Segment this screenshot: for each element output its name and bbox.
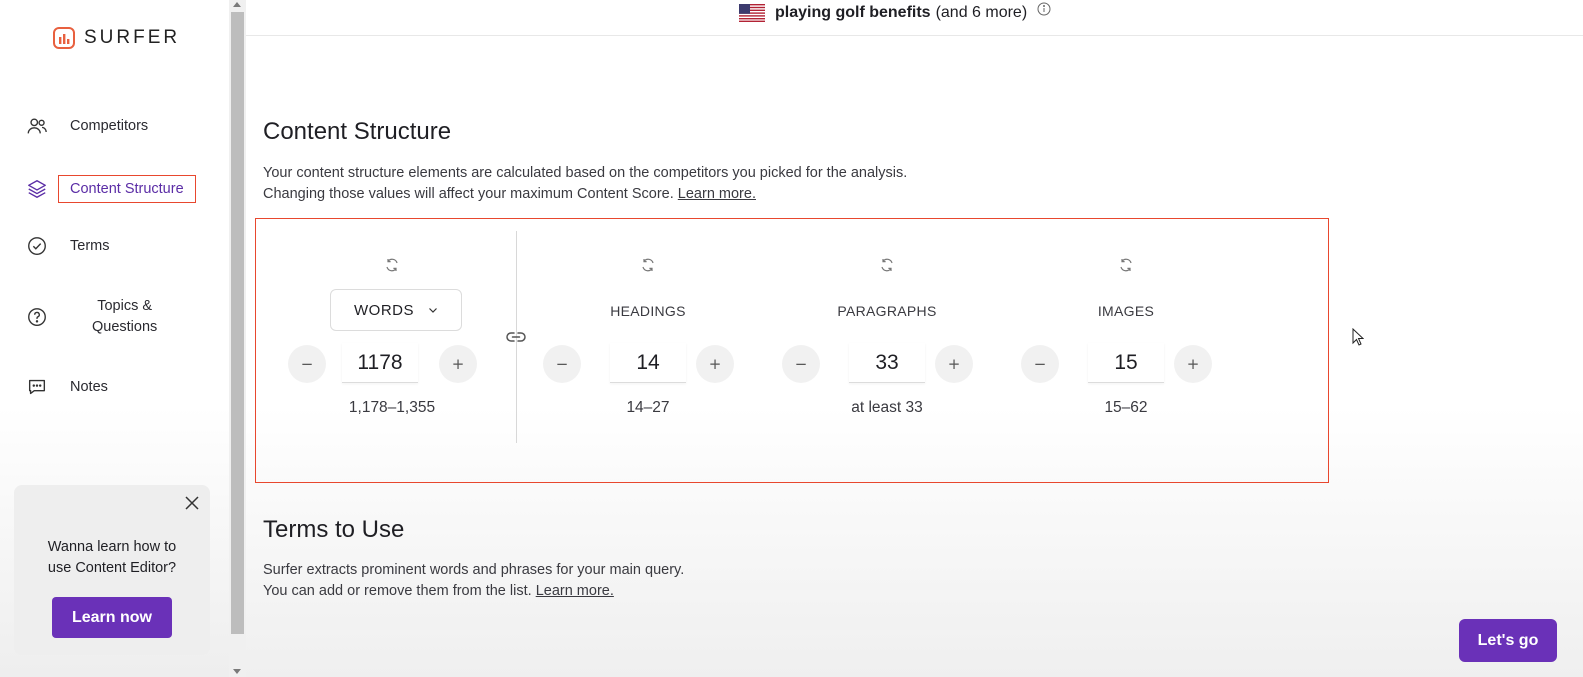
query-title: playing golf benefits (and 6 more) <box>739 2 1051 22</box>
chevron-down-icon <box>429 308 437 313</box>
sidebar-item-label: Topics & Questions <box>92 296 157 338</box>
desc-line: Your content structure elements are calc… <box>263 165 908 181</box>
scroll-up-arrow-icon[interactable] <box>233 2 241 7</box>
sidebar-item-label: Content Structure <box>58 175 196 203</box>
sidebar-item-content-structure[interactable]: Content Structure <box>26 175 196 203</box>
chat-bubble-icon <box>28 379 46 395</box>
mouse-cursor-icon <box>1352 328 1364 346</box>
link-icon[interactable] <box>504 325 528 349</box>
label-line: Topics & <box>97 298 153 314</box>
users-icon <box>27 118 47 134</box>
content-structure-panel: WORDS − + 1,178–1,355 HEADINGS − + 14–27 <box>255 218 1329 483</box>
desc-line: Surfer extracts prominent words and phra… <box>263 562 685 578</box>
paragraphs-range: at least 33 <box>851 399 923 416</box>
words-increment-button[interactable]: + <box>439 345 477 383</box>
desc-line: You can add or remove them from the list… <box>263 583 532 599</box>
images-decrement-button[interactable]: − <box>1021 345 1059 383</box>
sidebar-item-label: Notes <box>70 379 108 395</box>
refresh-icon[interactable] <box>1118 257 1134 273</box>
headings-decrement-button[interactable]: − <box>543 345 581 383</box>
label-line: Questions <box>92 319 158 335</box>
learn-more-link[interactable]: Learn more. <box>678 186 756 202</box>
refresh-icon[interactable] <box>384 257 400 273</box>
images-label: IMAGES <box>1097 303 1155 319</box>
check-circle-icon <box>28 237 46 255</box>
us-flag-icon <box>739 4 765 22</box>
surfer-logo-icon <box>53 27 75 49</box>
headings-value-input[interactable] <box>610 343 686 383</box>
content-structure-title: Content Structure <box>263 118 452 145</box>
surfer-logo[interactable]: SURFER <box>52 26 180 50</box>
metric-type-select[interactable]: WORDS <box>330 289 462 331</box>
sidebar-item-notes[interactable]: Notes <box>26 376 108 398</box>
promo-text: Wanna learn how to use Content Editor? <box>14 537 210 579</box>
paragraphs-decrement-button[interactable]: − <box>782 345 820 383</box>
headings-range: 14–27 <box>626 399 670 416</box>
sidebar-scrollbar[interactable] <box>229 0 246 677</box>
images-increment-button[interactable]: + <box>1174 345 1212 383</box>
promo-line: Wanna learn how to <box>47 539 177 555</box>
sidebar-item-competitors[interactable]: Competitors <box>26 115 148 137</box>
paragraphs-label: PARAGRAPHS <box>837 303 937 319</box>
words-value-input[interactable] <box>342 343 418 383</box>
desc-line: Changing those values will affect your m… <box>263 186 674 202</box>
sidebar-item-label: Terms <box>70 238 110 254</box>
scroll-down-arrow-icon[interactable] <box>233 669 241 674</box>
terms-learn-more-link[interactable]: Learn more. <box>536 583 614 599</box>
terms-to-use-title: Terms to Use <box>263 516 405 543</box>
sidebar: SURFER Competitors Content Structure Ter… <box>0 0 229 677</box>
content-structure-description: Your content structure elements are calc… <box>263 163 907 205</box>
brand-name: SURFER <box>84 27 181 48</box>
learn-promo-card: Wanna learn how to use Content Editor? L… <box>14 485 210 655</box>
images-value-input[interactable] <box>1088 343 1164 383</box>
learn-now-button[interactable]: Learn now <box>52 597 172 638</box>
query-keyword: playing golf benefits <box>775 4 931 21</box>
close-icon[interactable] <box>184 495 200 511</box>
sidebar-item-label: Competitors <box>70 118 149 134</box>
terms-description: Surfer extracts prominent words and phra… <box>263 560 684 602</box>
refresh-icon[interactable] <box>640 257 656 273</box>
words-decrement-button[interactable]: − <box>288 345 326 383</box>
metric-images: IMAGES − + 15–62 <box>1021 219 1226 479</box>
paragraphs-value-input[interactable] <box>849 343 925 383</box>
sidebar-item-topics-questions[interactable]: Topics & Questions <box>26 296 157 338</box>
metric-paragraphs: PARAGRAPHS − + at least 33 <box>782 219 987 479</box>
metric-type-selected: WORDS <box>354 301 414 319</box>
main-content: playing golf benefits (and 6 more) Conte… <box>246 0 1583 677</box>
metric-words: WORDS − + 1,178–1,355 <box>288 219 492 479</box>
query-more-count[interactable]: (and 6 more) <box>936 4 1028 22</box>
headings-label: HEADINGS <box>610 303 686 319</box>
scroll-thumb[interactable] <box>231 12 244 634</box>
info-icon[interactable] <box>1037 2 1051 16</box>
query-header: playing golf benefits (and 6 more) <box>246 0 1583 36</box>
metric-headings: HEADINGS − + 14–27 <box>543 219 748 479</box>
layers-icon <box>28 180 46 198</box>
refresh-icon[interactable] <box>879 257 895 273</box>
images-range: 15–62 <box>1104 399 1148 416</box>
question-circle-icon <box>28 308 46 326</box>
paragraphs-increment-button[interactable]: + <box>935 345 973 383</box>
lets-go-button[interactable]: Let's go <box>1459 619 1557 662</box>
promo-line: use Content Editor? <box>47 560 177 576</box>
words-range: 1,178–1,355 <box>348 399 436 416</box>
headings-increment-button[interactable]: + <box>696 345 734 383</box>
sidebar-item-terms[interactable]: Terms <box>26 235 109 257</box>
